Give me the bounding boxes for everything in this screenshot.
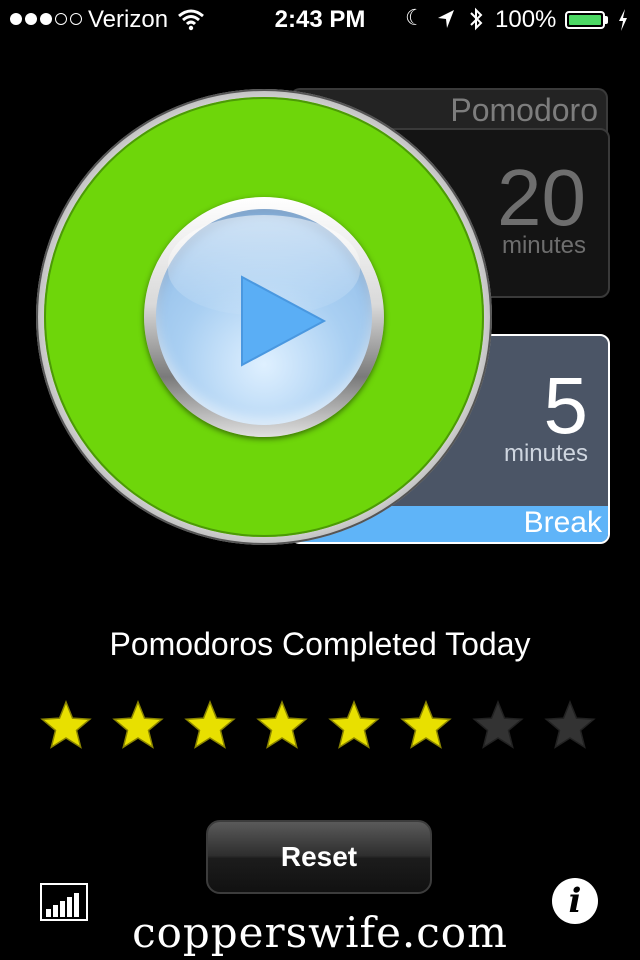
watermark: copperswife.com	[132, 908, 508, 957]
battery-tip	[605, 16, 608, 24]
star-filled-icon	[112, 700, 164, 749]
break-minutes-value: 5	[543, 361, 589, 450]
battery-level	[569, 15, 601, 25]
moon-icon: ☾	[405, 5, 425, 30]
pomodoro-minutes-value: 20	[497, 153, 586, 242]
star-filled-icon	[328, 700, 380, 749]
star-filled-icon	[400, 700, 452, 749]
charging-icon	[617, 8, 629, 37]
play-button-rim	[144, 197, 384, 437]
reset-button[interactable]: Reset	[206, 820, 432, 894]
pomodoro-minutes-unit: minutes	[501, 232, 586, 259]
completed-today-title: Pomodoros Completed Today	[109, 626, 531, 662]
bluetooth-icon	[468, 6, 484, 37]
play-icon	[241, 275, 327, 367]
timer-dial	[36, 89, 492, 545]
pomodoro-label: Pomodoro	[450, 92, 598, 128]
star-filled-icon	[256, 700, 308, 749]
timer-progress-ring	[44, 97, 484, 537]
break-minutes-unit: minutes	[503, 440, 588, 467]
battery-percent: 100%	[495, 6, 557, 33]
location-arrow-icon	[436, 8, 456, 35]
completed-stars-row	[40, 700, 600, 760]
star-empty-icon	[544, 700, 596, 749]
star-empty-icon	[472, 700, 524, 749]
star-filled-icon	[40, 700, 92, 749]
battery-icon	[565, 11, 605, 29]
break-label: Break	[523, 506, 602, 539]
play-button[interactable]	[156, 209, 372, 425]
star-filled-icon	[184, 700, 236, 749]
status-bar: Verizon 2:43 PM ☾ 100%	[0, 0, 640, 40]
